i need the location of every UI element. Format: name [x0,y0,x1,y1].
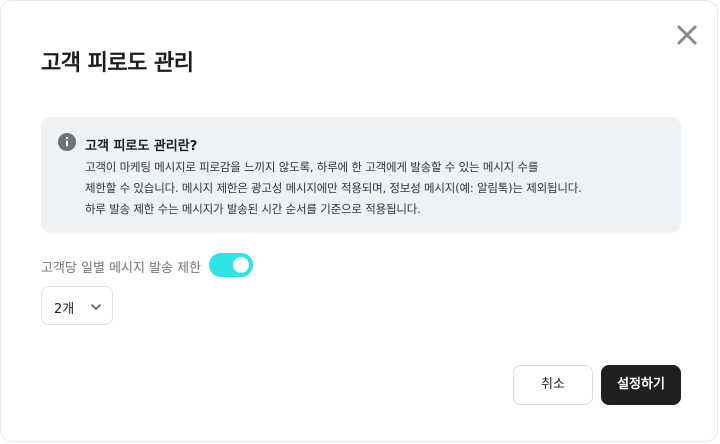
daily-limit-select[interactable]: 2개 [41,286,113,325]
info-line-1: 고객이 마케팅 메시지로 피로감을 느끼지 않도록, 하루에 한 고객에게 발송… [85,160,539,174]
info-icon [58,133,76,151]
toggle-knob [233,257,249,273]
info-line-2: 제한할 수 있습니다. 메시지 제한은 광고성 메시지에만 적용되며, 정보성 … [85,181,582,195]
close-icon[interactable] [673,21,701,49]
daily-limit-toggle[interactable] [209,253,253,277]
save-settings-button[interactable]: 설정하기 [601,365,681,405]
modal-title: 고객 피로도 관리 [41,51,194,76]
info-line-3: 하루 발송 제한 수는 메시지가 발송된 시간 순서를 기준으로 적용됩니다. [85,202,421,216]
daily-limit-label: 고객당 일별 메시지 발송 제한 [41,261,202,276]
info-box: 고객 피로도 관리란? 고객이 마케팅 메시지로 피로감을 느끼지 않도록, 하… [41,117,681,233]
chevron-down-icon [91,304,101,310]
info-title: 고객 피로도 관리란? [85,139,198,154]
select-value: 2개 [54,302,75,317]
fatigue-settings-modal: 고객 피로도 관리 고객 피로도 관리란? 고객이 마케팅 메시지로 피로감을 … [0,0,718,442]
cancel-button[interactable]: 취소 [513,365,593,405]
